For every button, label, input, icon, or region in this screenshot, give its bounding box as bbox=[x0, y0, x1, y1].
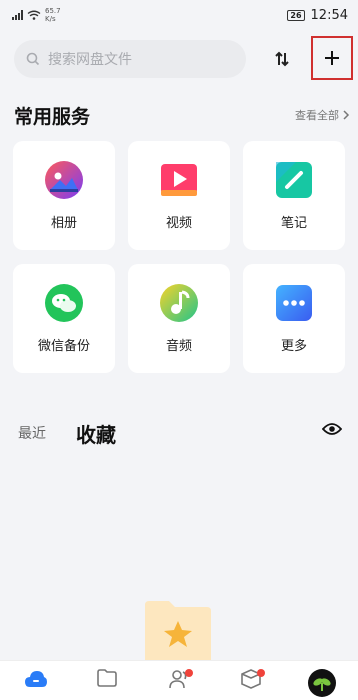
video-icon bbox=[161, 164, 197, 196]
service-card-album[interactable]: 相册 bbox=[13, 141, 115, 250]
service-label: 微信备份 bbox=[37, 339, 90, 354]
service-card-notes[interactable]: 笔记 bbox=[243, 141, 345, 250]
signal-icon bbox=[12, 10, 23, 20]
service-label: 视频 bbox=[165, 216, 192, 231]
search-row: 搜索网盘文件 bbox=[14, 36, 353, 80]
tab-favorites[interactable]: 收藏 bbox=[76, 419, 116, 448]
status-right: 26 12:54 bbox=[287, 8, 348, 23]
see-all-label: 查看全部 bbox=[295, 109, 339, 122]
add-button[interactable] bbox=[311, 36, 353, 80]
cloud-home-icon bbox=[24, 671, 47, 687]
service-label: 相册 bbox=[50, 216, 77, 231]
service-card-video[interactable]: 视频 bbox=[128, 141, 230, 250]
speed-value: 65.7 bbox=[45, 7, 61, 15]
sort-button[interactable] bbox=[266, 40, 298, 78]
services-header: 常用服务 查看全部 bbox=[14, 102, 350, 128]
service-card-wechat-backup[interactable]: 微信备份 bbox=[13, 264, 115, 373]
search-placeholder: 搜索网盘文件 bbox=[48, 52, 132, 68]
wechat-backup-icon bbox=[45, 284, 83, 322]
speed-unit: K/s bbox=[45, 15, 56, 23]
notification-badge bbox=[184, 669, 193, 677]
nav-home[interactable] bbox=[20, 669, 52, 699]
nav-profile[interactable] bbox=[306, 669, 338, 699]
status-bar: 65.7 K/s 26 12:54 bbox=[0, 0, 358, 30]
wifi-icon bbox=[27, 10, 41, 20]
services-grid: 相册 视频 笔记 微信备份 音频 更多 bbox=[13, 141, 345, 373]
empty-favorites-folder-icon bbox=[145, 601, 211, 661]
chevron-right-icon bbox=[343, 110, 350, 120]
photo-album-icon bbox=[45, 161, 83, 199]
service-label: 音频 bbox=[165, 339, 192, 354]
clock: 12:54 bbox=[310, 7, 348, 23]
folder-icon bbox=[97, 669, 118, 687]
sort-icon bbox=[275, 51, 289, 67]
search-input[interactable]: 搜索网盘文件 bbox=[14, 40, 246, 78]
service-card-audio[interactable]: 音频 bbox=[128, 264, 230, 373]
notification-badge bbox=[256, 669, 265, 677]
search-icon bbox=[26, 52, 40, 66]
service-label: 笔记 bbox=[280, 216, 307, 231]
eye-icon[interactable] bbox=[322, 422, 342, 436]
content-tabs: 最近 收藏 bbox=[18, 418, 348, 448]
see-all-link[interactable]: 查看全部 bbox=[295, 107, 350, 123]
note-icon bbox=[276, 162, 312, 198]
services-title: 常用服务 bbox=[14, 105, 91, 128]
service-card-more[interactable]: 更多 bbox=[243, 264, 345, 373]
status-left: 65.7 K/s bbox=[12, 7, 61, 23]
nav-share[interactable] bbox=[163, 669, 195, 699]
nav-files[interactable] bbox=[91, 669, 123, 699]
plus-icon bbox=[325, 51, 339, 65]
more-icon bbox=[276, 285, 312, 321]
nav-box[interactable] bbox=[235, 669, 267, 699]
tab-recent[interactable]: 最近 bbox=[18, 423, 46, 443]
network-speed: 65.7 K/s bbox=[45, 7, 61, 23]
battery-indicator: 26 bbox=[287, 9, 305, 21]
avatar-icon bbox=[308, 669, 337, 697]
service-label: 更多 bbox=[280, 339, 307, 354]
audio-icon bbox=[160, 284, 198, 322]
bottom-navigation bbox=[0, 660, 358, 700]
